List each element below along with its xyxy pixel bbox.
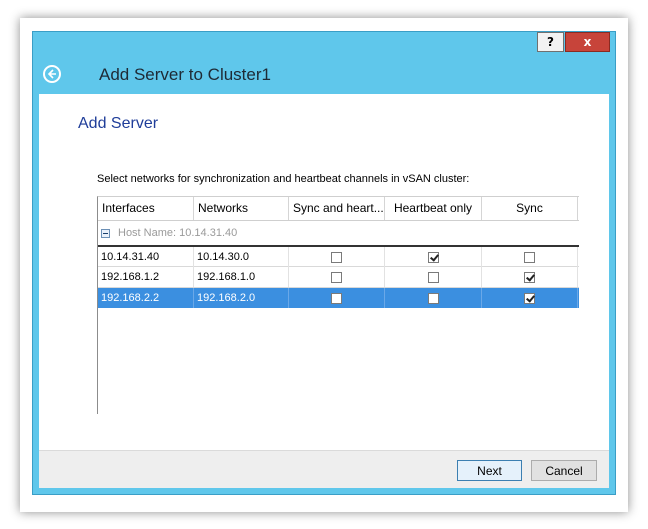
collapse-icon[interactable] [101, 228, 110, 238]
title-bar-buttons: ? x [537, 32, 610, 52]
dialog-window: ? x Add Server to Cluster1 Add Server Se… [32, 31, 616, 495]
cell-network: 192.168.1.0 [194, 267, 289, 287]
column-header-networks[interactable]: Networks [194, 197, 289, 220]
sync-and-heartbeat-checkbox[interactable] [331, 271, 342, 283]
heartbeat-only-checkbox[interactable] [427, 271, 439, 283]
page-heading: Add Server [78, 115, 159, 132]
heartbeat-only-checkbox[interactable] [427, 251, 439, 263]
back-button[interactable] [43, 65, 61, 83]
content-panel: Add Server Select networks for synchroni… [39, 94, 609, 450]
column-header-heartbeat-only[interactable]: Heartbeat only [385, 197, 482, 220]
instruction-text: Select networks for synchronization and … [97, 173, 470, 185]
sync-and-heartbeat-checkbox[interactable] [331, 292, 342, 304]
group-label: Host Name: 10.14.31.40 [118, 227, 238, 239]
dialog-footer: Next Cancel [39, 450, 609, 488]
back-arrow-icon [47, 69, 56, 79]
group-row-host: Host Name: 10.14.31.40 [98, 221, 579, 245]
grid-header: Interfaces Networks Sync and heart... He… [98, 197, 579, 221]
cell-interface: 192.168.2.2 [98, 288, 194, 308]
column-header-sync-and-heartbeat[interactable]: Sync and heart... [289, 197, 385, 220]
sync-and-heartbeat-checkbox[interactable] [331, 251, 342, 263]
dialog-title: Add Server to Cluster1 [99, 65, 271, 84]
cell-interface: 192.168.1.2 [98, 267, 194, 287]
column-header-sync[interactable]: Sync [482, 197, 578, 220]
sync-checkbox[interactable] [524, 271, 535, 283]
next-button[interactable]: Next [457, 460, 522, 481]
close-button[interactable]: x [565, 32, 610, 52]
help-button[interactable]: ? [537, 32, 564, 52]
column-header-interfaces[interactable]: Interfaces [98, 197, 194, 220]
table-row[interactable]: 10.14.31.40 10.14.30.0 [98, 245, 579, 267]
sync-checkbox[interactable] [524, 251, 535, 263]
sync-checkbox[interactable] [524, 292, 535, 304]
cell-network: 10.14.30.0 [194, 247, 289, 267]
cell-interface: 10.14.31.40 [98, 247, 194, 267]
cell-network: 192.168.2.0 [194, 288, 289, 308]
cancel-button[interactable]: Cancel [531, 460, 597, 481]
heartbeat-only-checkbox[interactable] [427, 292, 439, 304]
networks-grid[interactable]: Interfaces Networks Sync and heart... He… [97, 196, 579, 414]
table-row-selected[interactable]: 192.168.2.2 192.168.2.0 [98, 287, 579, 308]
table-row[interactable]: 192.168.1.2 192.168.1.0 [98, 266, 579, 287]
